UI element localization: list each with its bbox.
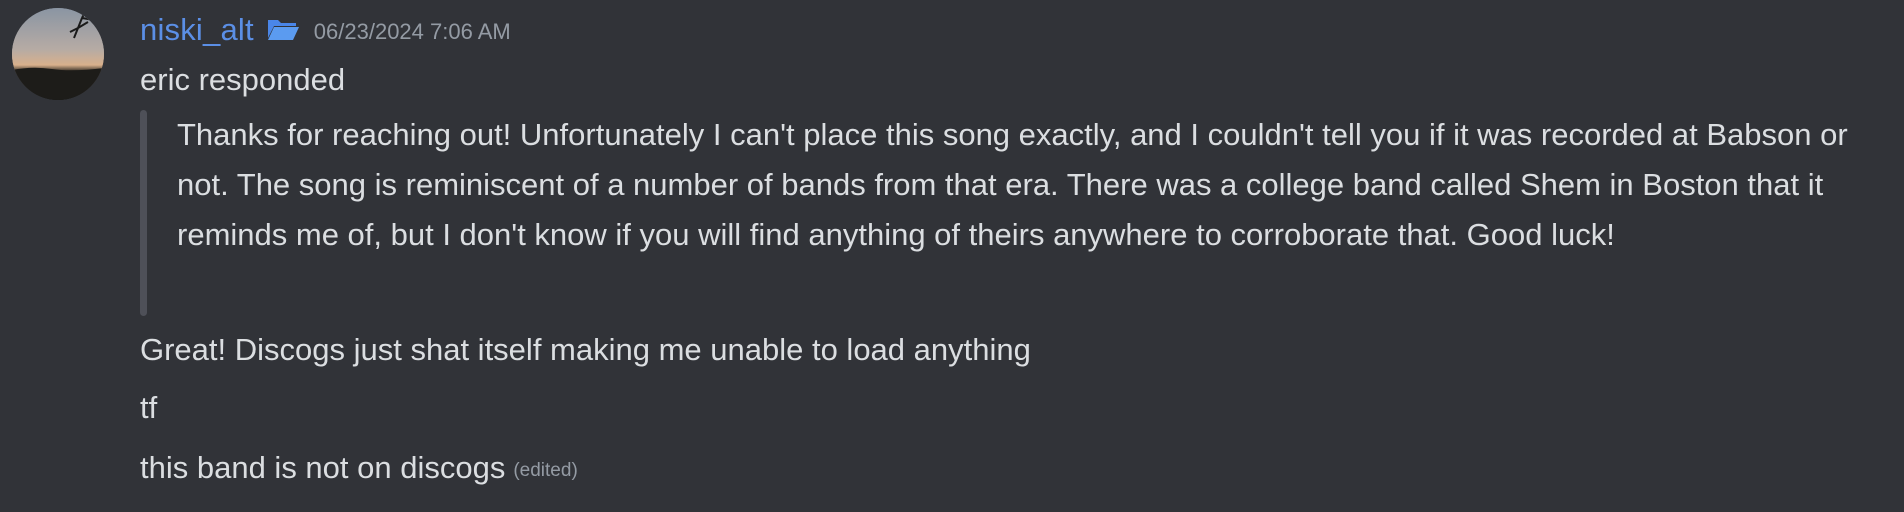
blockquote-bar — [140, 110, 147, 316]
username[interactable]: niski_alt — [140, 12, 254, 48]
message-text-intro: eric responded — [140, 62, 346, 97]
message-header: niski_alt 06/23/2024 7:06 AM — [140, 8, 511, 52]
message-timestamp[interactable]: 06/23/2024 7:06 AM — [314, 19, 511, 45]
folder-icon — [266, 16, 300, 47]
avatar[interactable] — [12, 8, 104, 100]
message-text-discogs: Great! Discogs just shat itself making m… — [140, 332, 1031, 367]
sunset-landscape-avatar — [12, 8, 104, 100]
message-text-tf: tf — [140, 390, 158, 425]
message-text-band: this band is not on discogs (edited) — [140, 448, 578, 491]
edited-label: (edited) — [513, 460, 578, 481]
message-text-band-content: this band is not on discogs — [140, 450, 506, 485]
blockquote-text: Thanks for reaching out! Unfortunately I… — [177, 117, 1848, 252]
message-group: niski_alt 06/23/2024 7:06 AM eric respon… — [0, 0, 1904, 512]
blockquote: Thanks for reaching out! Unfortunately I… — [140, 110, 1880, 316]
